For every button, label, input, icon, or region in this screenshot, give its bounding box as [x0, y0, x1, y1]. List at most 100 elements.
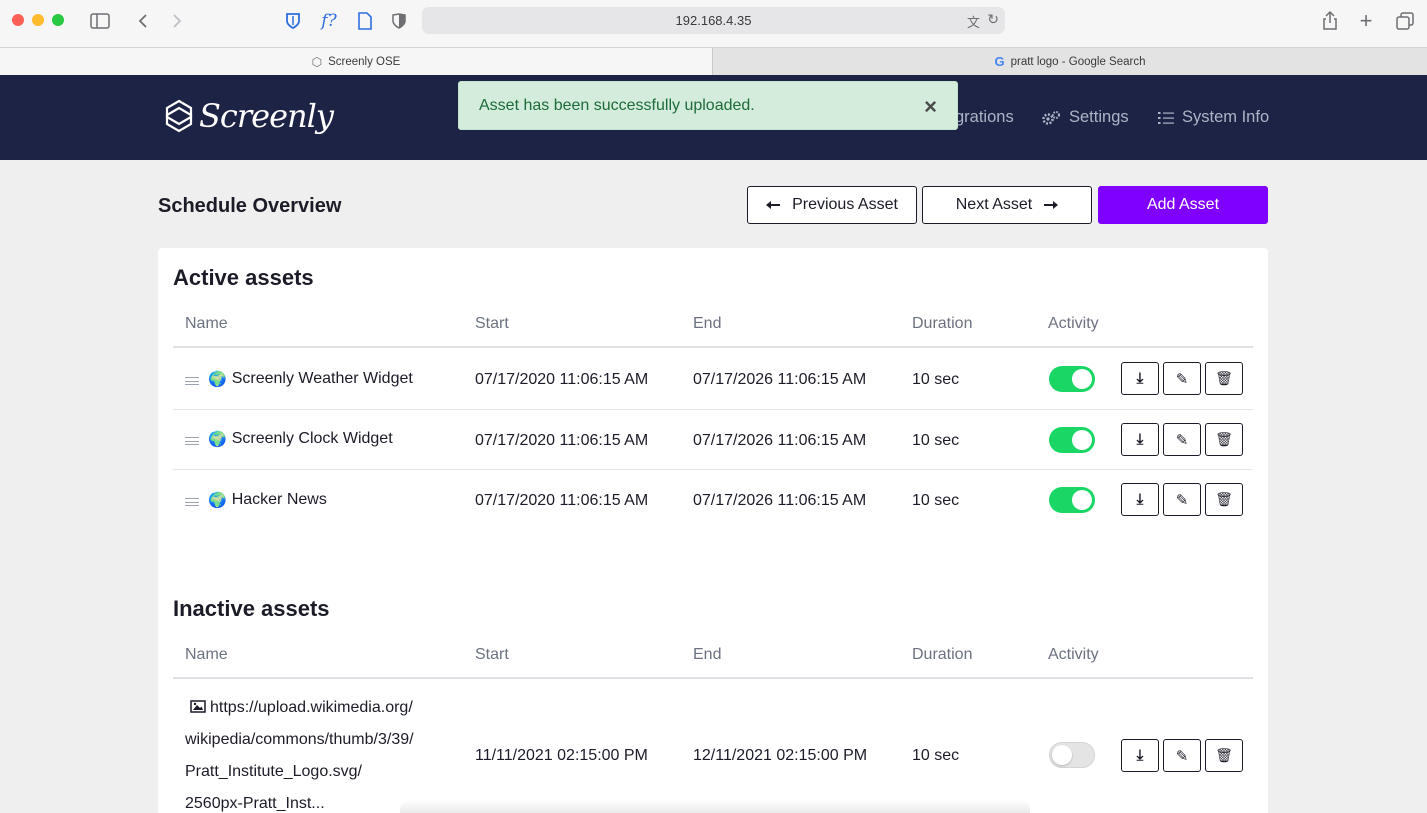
toggle-knob: [1072, 430, 1092, 450]
close-window-button[interactable]: [12, 14, 24, 26]
next-asset-label: Next Asset: [955, 196, 1033, 213]
asset-end: 07/17/2026 11:06:15 AM: [693, 432, 867, 449]
pencil-icon: ✎: [1175, 747, 1189, 765]
tab-overview-icon[interactable]: [1394, 10, 1416, 32]
formula-extension-icon[interactable]: f?: [318, 10, 340, 32]
delete-button[interactable]: 🗑: [1205, 362, 1243, 395]
document-extension-icon[interactable]: [354, 10, 376, 32]
table-row-name: 🌍 Screenly Weather Widget: [208, 370, 413, 388]
nav-system-info[interactable]: System Info: [1158, 108, 1269, 127]
nav-integrations[interactable]: grations: [955, 108, 1014, 127]
col-header-start: Start: [475, 315, 509, 332]
col-header-end: End: [693, 646, 722, 663]
arrow-left-icon: [766, 201, 781, 209]
reload-icon[interactable]: ↻: [987, 11, 999, 28]
back-icon[interactable]: [132, 10, 154, 32]
nav-settings[interactable]: Settings: [1041, 108, 1129, 127]
delete-button[interactable]: 🗑: [1205, 483, 1243, 516]
drag-handle-icon[interactable]: [185, 377, 199, 385]
asset-duration: 10 sec: [912, 492, 960, 509]
activity-toggle[interactable]: [1049, 366, 1095, 392]
arrow-right-icon: [1044, 201, 1059, 209]
table-header-divider: [173, 677, 1253, 679]
asset-url-line: Pratt_Institute_Logo.svg/: [185, 763, 362, 780]
edit-button[interactable]: ✎: [1163, 423, 1201, 456]
asset-end: 07/17/2026 11:06:15 AM: [693, 492, 867, 509]
row-divider: [173, 469, 1253, 470]
trash-icon: 🗑: [1215, 431, 1233, 447]
bitwarden-extension-icon[interactable]: [282, 10, 304, 32]
share-icon[interactable]: [1319, 10, 1341, 32]
previous-asset-label: Previous Asset: [792, 196, 898, 213]
col-header-name: Name: [185, 646, 228, 663]
trash-icon: 🗑: [1215, 491, 1233, 507]
toast-close-button[interactable]: ×: [924, 94, 937, 120]
pencil-icon: ✎: [1175, 370, 1189, 388]
delete-button[interactable]: 🗑: [1205, 739, 1243, 772]
edit-button[interactable]: ✎: [1163, 739, 1201, 772]
nav-integrations-label: grations: [955, 108, 1014, 126]
screenly-logo[interactable]: Screenly: [165, 97, 334, 135]
previous-asset-button[interactable]: Previous Asset: [747, 186, 917, 224]
list-icon: [1158, 111, 1174, 124]
screenly-logo-icon: [165, 99, 193, 133]
edit-button[interactable]: ✎: [1163, 483, 1201, 516]
tab-screenly[interactable]: ⬡ Screenly OSE: [0, 48, 712, 75]
inactive-assets-title: Inactive assets: [173, 596, 330, 621]
asset-end: 07/17/2026 11:06:15 AM: [693, 371, 867, 388]
toggle-knob: [1072, 490, 1092, 510]
activity-toggle[interactable]: [1049, 742, 1095, 768]
col-header-duration: Duration: [912, 646, 973, 663]
drag-handle-icon[interactable]: [185, 437, 199, 445]
col-header-duration: Duration: [912, 315, 973, 332]
new-tab-icon[interactable]: +: [1355, 8, 1377, 33]
tab-label: pratt logo - Google Search: [1010, 55, 1146, 68]
shield-icon[interactable]: [388, 10, 410, 32]
globe-icon: 🌍: [208, 492, 227, 509]
table-header-divider: [173, 346, 1253, 348]
scroll-shadow: [400, 800, 1030, 813]
tab-bar: ⬡ Screenly OSE G pratt logo - Google Sea…: [0, 47, 1427, 75]
trash-icon: 🗑: [1215, 747, 1233, 763]
trash-icon: 🗑: [1215, 370, 1233, 386]
download-icon: ⤓: [1136, 491, 1144, 508]
nav-system-info-label: System Info: [1182, 108, 1270, 126]
activity-toggle[interactable]: [1049, 487, 1095, 513]
asset-duration: 10 sec: [912, 747, 960, 764]
gears-icon: [1042, 110, 1060, 125]
asset-start: 07/17/2020 11:06:15 AM: [475, 432, 649, 449]
forward-icon[interactable]: [166, 10, 188, 32]
asset-end: 12/11/2021 02:15:00 PM: [693, 747, 868, 764]
add-asset-button[interactable]: Add Asset: [1098, 186, 1268, 224]
edit-button[interactable]: ✎: [1163, 362, 1201, 395]
download-icon: ⤓: [1136, 431, 1144, 448]
asset-duration: 10 sec: [912, 371, 960, 388]
tab-google-search[interactable]: G pratt logo - Google Search: [713, 48, 1427, 75]
success-toast: Asset has been successfully uploaded. ×: [458, 81, 958, 130]
download-button[interactable]: ⤓: [1121, 483, 1159, 516]
activity-toggle[interactable]: [1049, 427, 1095, 453]
asset-name: Screenly Clock Widget: [231, 430, 393, 447]
page-title: Schedule Overview: [158, 195, 342, 217]
screenly-favicon: ⬡: [311, 54, 323, 69]
delete-button[interactable]: 🗑: [1205, 423, 1243, 456]
active-assets-title: Active assets: [173, 265, 314, 290]
asset-name: Hacker News: [231, 491, 327, 508]
nav-settings-label: Settings: [1069, 108, 1129, 126]
row-divider: [173, 409, 1253, 410]
maximize-window-button[interactable]: [52, 14, 64, 26]
download-button[interactable]: ⤓: [1121, 362, 1159, 395]
download-button[interactable]: ⤓: [1121, 739, 1159, 772]
minimize-window-button[interactable]: [32, 14, 44, 26]
address-bar[interactable]: 192.168.4.35 文 ↻: [422, 7, 1005, 34]
asset-url-line: 2560px-Pratt_Inst...: [185, 795, 325, 812]
globe-icon: 🌍: [208, 431, 227, 448]
translate-icon[interactable]: 文: [967, 12, 980, 31]
next-asset-button[interactable]: Next Asset: [922, 186, 1092, 224]
tab-label: Screenly OSE: [328, 55, 401, 68]
sidebar-icon[interactable]: [89, 10, 111, 32]
logo-text: Screenly: [199, 97, 334, 135]
download-button[interactable]: ⤓: [1121, 423, 1159, 456]
col-header-activity: Activity: [1048, 315, 1099, 332]
drag-handle-icon[interactable]: [185, 498, 199, 506]
